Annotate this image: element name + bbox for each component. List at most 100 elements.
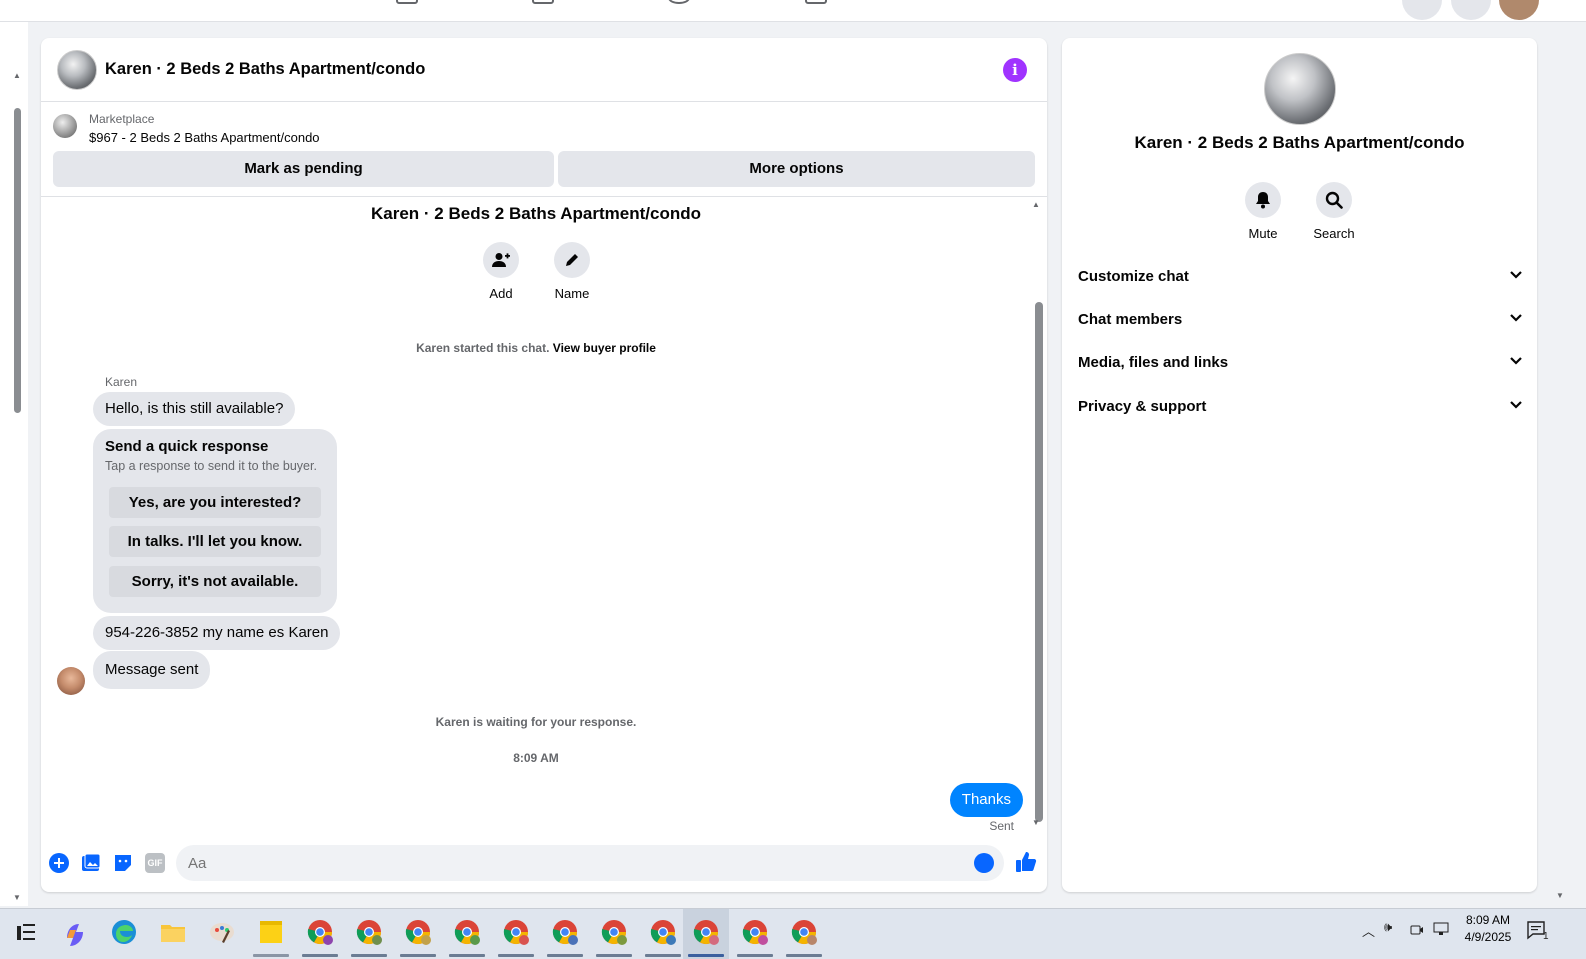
chrome-profile-icon[interactable]: [306, 918, 334, 946]
info-avatar[interactable]: [1264, 53, 1336, 125]
chevron-down-icon: [1510, 401, 1522, 409]
chat-scrollbar-thumb[interactable]: [1035, 302, 1043, 822]
clock-date: 4/9/2025: [1464, 930, 1512, 944]
volume-icon[interactable]: 🕪: [1384, 919, 1392, 935]
chat-scroll-up-icon[interactable]: ▲: [1032, 201, 1040, 209]
nav-video-icon[interactable]: [532, 0, 554, 4]
messenger-icon[interactable]: [1451, 0, 1491, 20]
nav-marketplace-icon[interactable]: [668, 0, 690, 4]
chat-avatar[interactable]: [57, 49, 97, 90]
chrome-profile-icon[interactable]: [649, 918, 677, 946]
top-nav-bar: [0, 0, 1586, 22]
info-icon[interactable]: i: [1003, 58, 1027, 82]
app-indicator: [351, 954, 387, 957]
chrome-profile-icon[interactable]: [404, 918, 432, 946]
paint-icon[interactable]: [208, 918, 236, 946]
mark-pending-button[interactable]: Mark as pending: [53, 151, 554, 187]
mute-action[interactable]: Mute: [1228, 182, 1298, 241]
app-indicator: [596, 954, 632, 957]
chat-members-section[interactable]: Chat members: [1078, 302, 1522, 338]
chrome-profile-icon[interactable]: [453, 918, 481, 946]
chevron-down-icon: [1510, 314, 1522, 322]
network-icon[interactable]: [1433, 922, 1449, 936]
photo-icon[interactable]: [81, 853, 101, 873]
tray-overflow-icon[interactable]: ︿: [1362, 921, 1375, 940]
listing-title[interactable]: $967 - 2 Beds 2 Baths Apartment/condo: [89, 130, 320, 145]
menu-grid-icon[interactable]: [1402, 0, 1442, 20]
chat-scrollbar[interactable]: [1035, 302, 1043, 822]
nav-groups-icon[interactable]: [805, 0, 827, 4]
right-scroll-down-icon[interactable]: ▼: [1556, 892, 1564, 900]
taskbar: ︿ 🕪 8:09 AM 4/9/2025 1: [0, 908, 1586, 959]
sender-avatar[interactable]: [57, 667, 85, 695]
search-action[interactable]: Search: [1299, 182, 1369, 241]
sticky-notes-icon[interactable]: [257, 918, 285, 946]
app-indicator: [547, 954, 583, 957]
conversation-info-panel: Karen · 2 Beds 2 Baths Apartment/condo M…: [1062, 38, 1537, 892]
task-view-icon[interactable]: [12, 918, 40, 946]
page-scroll-up-icon[interactable]: ▲: [13, 72, 21, 80]
chrome-profile-icon[interactable]: [502, 918, 530, 946]
customize-chat-section[interactable]: Customize chat: [1078, 259, 1522, 295]
right-scroll-strip: ▼: [1553, 22, 1567, 906]
message-bubble[interactable]: Hello, is this still available?: [93, 392, 296, 426]
sticker-icon[interactable]: [113, 853, 133, 873]
copilot-icon[interactable]: [61, 918, 89, 946]
privacy-support-section[interactable]: Privacy & support: [1078, 389, 1522, 425]
media-files-links-section[interactable]: Media, files and links: [1078, 345, 1522, 381]
app-indicator: [737, 954, 773, 957]
chrome-profile-icon[interactable]: [600, 918, 628, 946]
app-indicator: [498, 954, 534, 957]
sender-name: Karen: [105, 375, 138, 389]
chat-scroll-down-icon[interactable]: ▼: [1032, 819, 1040, 827]
chat-title[interactable]: Karen · 2 Beds 2 Baths Apartment/condo: [105, 60, 425, 79]
search-label: Search: [1313, 226, 1355, 241]
chrome-profile-icon[interactable]: [692, 918, 720, 946]
more-options-button[interactable]: More options: [558, 151, 1035, 187]
plus-icon[interactable]: [49, 853, 69, 873]
file-explorer-icon[interactable]: [159, 918, 187, 946]
composer: GIF: [41, 843, 1047, 883]
account-avatar[interactable]: [1499, 0, 1539, 20]
quick-response-title: Send a quick response: [105, 438, 269, 455]
view-buyer-profile-link[interactable]: View buyer profile: [553, 341, 656, 355]
taskbar-clock[interactable]: 8:09 AM 4/9/2025: [1458, 912, 1518, 946]
quick-response-yes-button[interactable]: Yes, are you interested?: [109, 487, 321, 518]
meet-now-icon[interactable]: [1410, 923, 1424, 937]
chrome-profile-icon[interactable]: [551, 918, 579, 946]
info-title: Karen · 2 Beds 2 Baths Apartment/condo: [1134, 133, 1465, 152]
page-scroll-down-icon[interactable]: ▼: [13, 894, 21, 902]
nav-home-icon[interactable]: [396, 0, 418, 4]
chrome-profile-icon[interactable]: [790, 918, 818, 946]
sent-message-bubble[interactable]: Thanks: [949, 783, 1023, 817]
left-sidebar-strip: ▲ ▼: [0, 22, 28, 906]
name-action[interactable]: Name: [542, 242, 602, 301]
app-indicator: [645, 954, 681, 957]
message-bubble[interactable]: 954-226-3852 my name es Karen: [93, 616, 341, 650]
message-bubble[interactable]: Message sent: [93, 651, 211, 689]
quick-response-subtitle: Tap a response to send it to the buyer.: [105, 459, 317, 473]
chat-header: Karen · 2 Beds 2 Baths Apartment/condo i: [41, 38, 1047, 102]
edge-icon[interactable]: [110, 918, 138, 946]
emoji-icon[interactable]: [974, 853, 994, 873]
message-input[interactable]: [188, 845, 948, 881]
chat-started-text: Karen started this chat.: [416, 341, 550, 355]
listing-thumbnail[interactable]: [53, 114, 77, 138]
page-scrollbar[interactable]: [14, 108, 21, 413]
chevron-down-icon: [1510, 357, 1522, 365]
gif-icon[interactable]: GIF: [145, 853, 165, 873]
chrome-profile-icon[interactable]: [741, 918, 769, 946]
message-input-box[interactable]: [176, 845, 1004, 881]
conversation-title: Karen · 2 Beds 2 Baths Apartment/condo: [371, 204, 701, 223]
chrome-profile-icon[interactable]: [355, 918, 383, 946]
quick-response-sorry-button[interactable]: Sorry, it's not available.: [109, 566, 321, 597]
chevron-down-icon: [1510, 271, 1522, 279]
active-app-indicator: [688, 954, 724, 957]
like-icon[interactable]: [1015, 851, 1037, 873]
add-action[interactable]: Add: [471, 242, 531, 301]
sent-status: Sent: [989, 819, 1014, 833]
quick-response-card: Send a quick response Tap a response to …: [93, 429, 337, 613]
chat-started-notice: Karen started this chat. View buyer prof…: [41, 341, 1031, 355]
quick-response-in-talks-button[interactable]: In talks. I'll let you know.: [109, 526, 321, 557]
bell-icon: [1245, 182, 1281, 218]
